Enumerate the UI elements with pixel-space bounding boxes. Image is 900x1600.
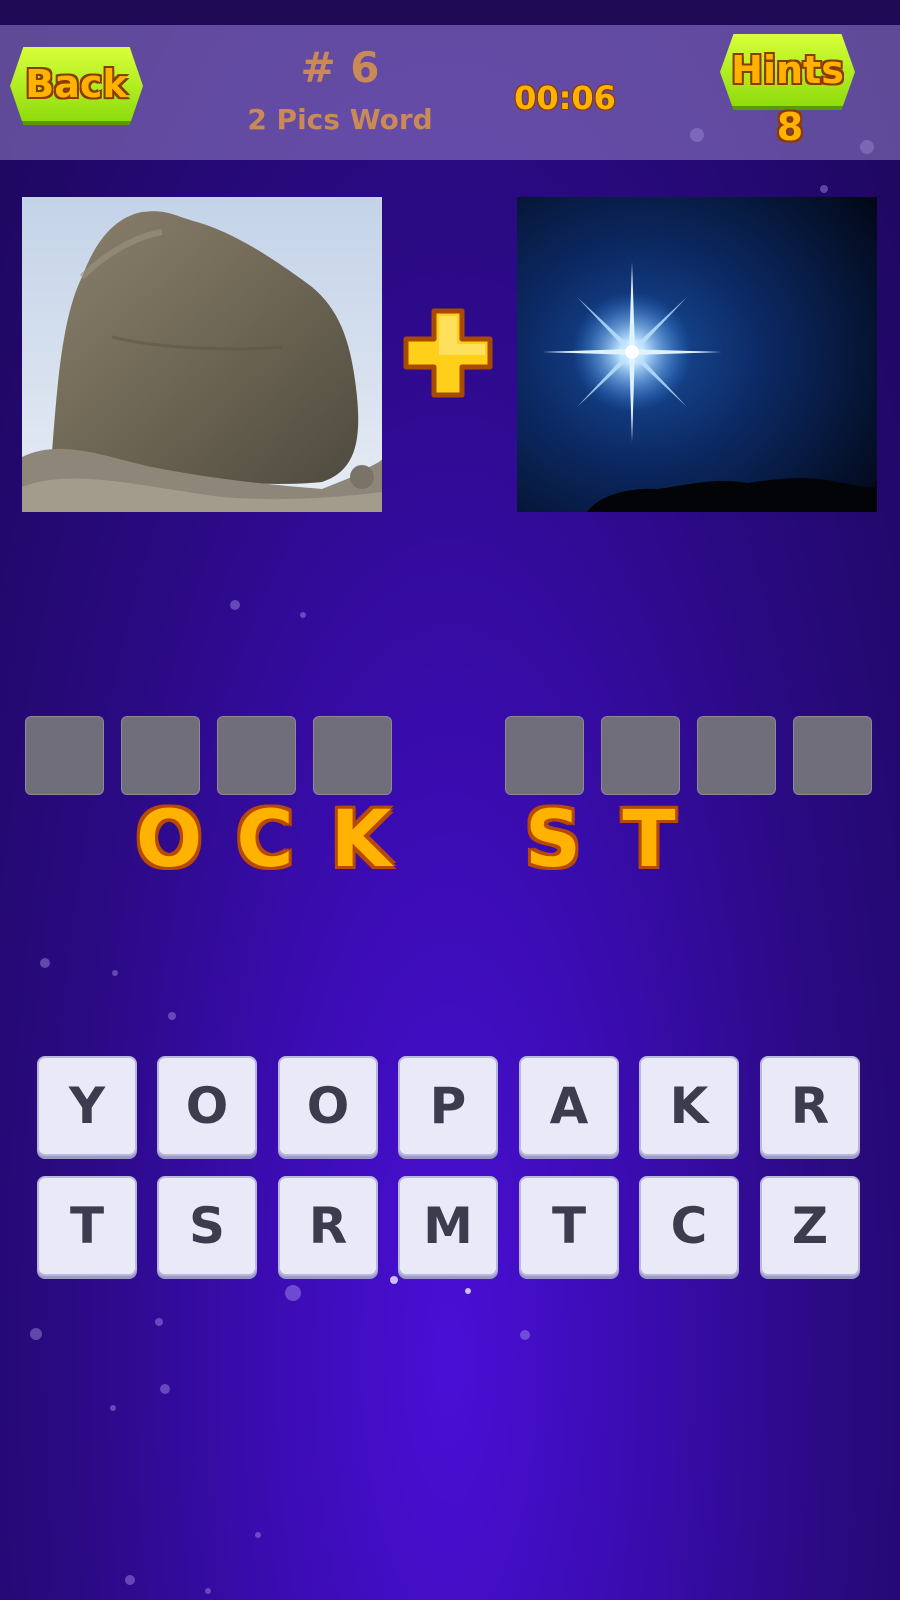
star-photo — [517, 197, 877, 512]
answer-slot[interactable] — [121, 716, 200, 795]
answer-slot[interactable] — [697, 716, 776, 795]
letter-key[interactable]: K — [639, 1056, 739, 1156]
letter-key[interactable]: M — [398, 1176, 498, 1276]
letter-key[interactable]: C — [639, 1176, 739, 1276]
answer-slot[interactable] — [505, 716, 584, 795]
letter-key[interactable]: O — [278, 1056, 378, 1156]
answer-slot[interactable] — [601, 716, 680, 795]
answer-slot[interactable] — [25, 716, 104, 795]
letter-key[interactable]: Y — [37, 1056, 137, 1156]
hints-button[interactable]: Hints — [720, 34, 855, 110]
answer-slot[interactable] — [313, 716, 392, 795]
back-button[interactable]: Back — [10, 47, 143, 125]
revealed-letter: O — [135, 795, 203, 885]
level-number: # 6 — [300, 43, 380, 92]
plus-icon — [402, 307, 494, 399]
letter-key[interactable]: T — [519, 1176, 619, 1276]
letter-key[interactable]: R — [278, 1176, 378, 1276]
revealed-letter: C — [236, 795, 294, 885]
revealed-letter: T — [622, 795, 676, 885]
answer-slot[interactable] — [793, 716, 872, 795]
answer-slot[interactable] — [217, 716, 296, 795]
revealed-letter: S — [524, 795, 582, 885]
letter-key[interactable]: P — [398, 1056, 498, 1156]
rock-photo — [22, 197, 382, 512]
header-bar: Back # 6 2 Pics Word 00:06 Hints 8 — [0, 25, 900, 160]
letter-key[interactable]: A — [519, 1056, 619, 1156]
hints-count: 8 — [776, 105, 804, 149]
letter-key[interactable]: O — [157, 1056, 257, 1156]
letter-key[interactable]: S — [157, 1176, 257, 1276]
top-bar — [0, 0, 900, 25]
letter-key[interactable]: T — [37, 1176, 137, 1276]
timer: 00:06 — [514, 79, 616, 117]
letter-key[interactable]: R — [760, 1056, 860, 1156]
game-title: 2 Pics Word — [247, 103, 433, 136]
letter-key[interactable]: Z — [760, 1176, 860, 1276]
revealed-letter: K — [330, 795, 392, 885]
